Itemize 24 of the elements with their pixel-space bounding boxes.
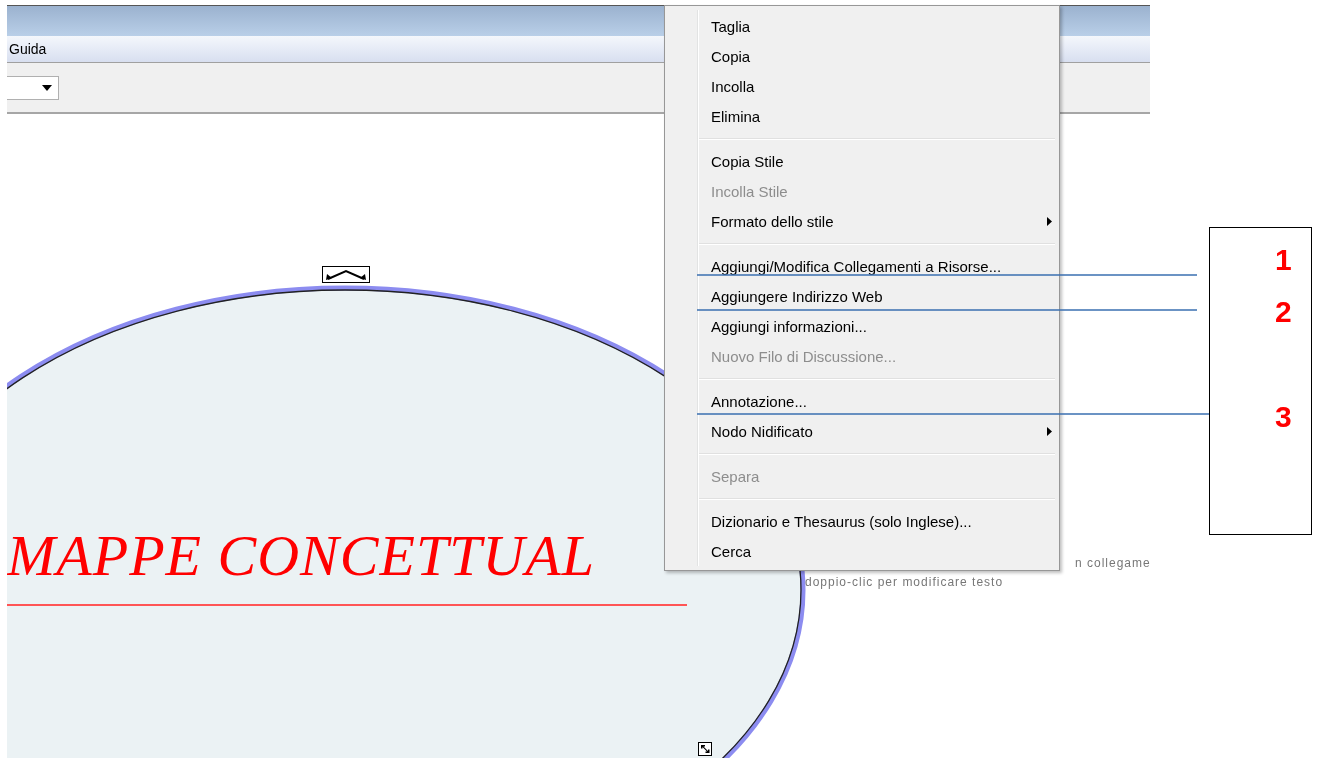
node-title[interactable]: MAPPE CONCETTUAL <box>7 522 595 589</box>
menu-item[interactable]: Taglia <box>665 11 1059 41</box>
menu-item[interactable]: Nodo Nidificato <box>665 416 1059 446</box>
menu-item[interactable]: Copia Stile <box>665 146 1059 176</box>
dropdown[interactable] <box>7 75 59 100</box>
callout-number: 1 <box>1275 243 1292 277</box>
hint-text: n collegame <box>1075 556 1150 570</box>
menu-item[interactable]: Guida <box>7 41 47 57</box>
menu-item[interactable]: Aggiungi informazioni... <box>665 311 1059 341</box>
menu-item[interactable]: Formato dello stile <box>665 206 1059 236</box>
menu-item[interactable]: Elimina <box>665 101 1059 131</box>
resize-handle-icon[interactable] <box>698 742 712 756</box>
menu-item[interactable]: Copia <box>665 41 1059 71</box>
menu-item[interactable]: Incolla <box>665 71 1059 101</box>
menu-item[interactable]: Dizionario e Thesaurus (solo Inglese)... <box>665 506 1059 536</box>
callout-number: 2 <box>1275 295 1292 329</box>
menu-item[interactable]: Aggiungi/Modifica Collegamenti a Risorse... <box>665 251 1059 281</box>
menu-item[interactable]: Aggiungere Indirizzo Web <box>665 281 1059 311</box>
menu-item[interactable]: Annotazione... <box>665 386 1059 416</box>
resize-handle-icon[interactable] <box>322 266 370 283</box>
menu-item[interactable]: Cerca <box>665 536 1059 566</box>
caret-icon <box>42 84 52 91</box>
callout-number: 3 <box>1275 400 1292 434</box>
hint-text: doppio-clic per modificare testo <box>805 575 1004 589</box>
